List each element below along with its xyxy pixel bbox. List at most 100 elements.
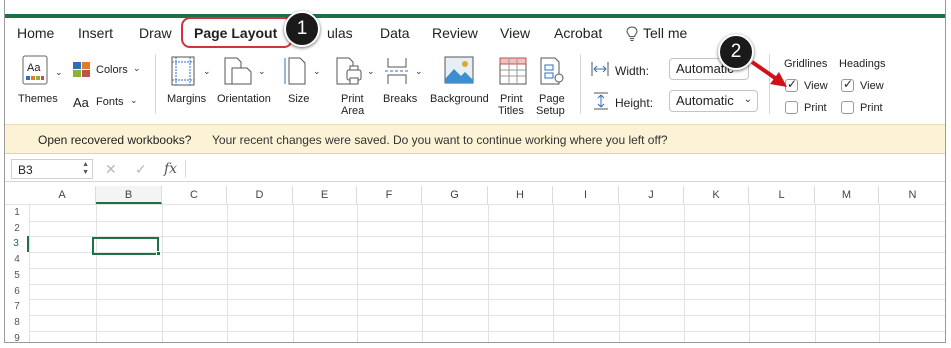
chevron-down-icon: ⌄ (415, 66, 423, 76)
row-header-1[interactable]: 1 (5, 205, 29, 221)
themes-label: Themes (18, 93, 58, 105)
row-header-3[interactable]: 3 (5, 236, 29, 253)
column-header-a[interactable]: A (29, 186, 96, 204)
gridlines-print-checkbox[interactable] (785, 101, 798, 114)
row-header-8[interactable]: 8 (5, 315, 29, 331)
column-header-e[interactable]: E (293, 186, 357, 204)
tab-tell-me[interactable]: Tell me (643, 25, 687, 41)
gridline (29, 299, 945, 301)
tab-view[interactable]: View (500, 25, 530, 41)
svg-text:Aa: Aa (27, 62, 41, 74)
column-header-n[interactable]: N (879, 186, 945, 204)
gridline (357, 204, 358, 342)
margins-label: Margins (167, 93, 207, 105)
column-header-d[interactable]: D (227, 186, 293, 204)
fill-handle[interactable] (156, 251, 161, 256)
gridline (96, 204, 97, 342)
headings-view-label: View (860, 80, 884, 92)
breaks-label: Breaks (383, 93, 418, 105)
column-header-l[interactable]: L (749, 186, 815, 204)
fonts-label: Fonts (96, 96, 124, 108)
tab-data[interactable]: Data (380, 25, 410, 41)
function-icon[interactable]: fx (164, 161, 177, 177)
gridlines-heading: Gridlines (784, 58, 828, 70)
tab-acrobat[interactable]: Acrobat (554, 25, 602, 41)
page-setup-label-line2: Setup (536, 105, 565, 117)
infobar-message: Your recent changes were saved. Do you w… (212, 133, 668, 147)
gridline (879, 204, 880, 342)
tab-review[interactable]: Review (432, 25, 478, 41)
gridline (553, 204, 554, 342)
row-header-9[interactable]: 9 (5, 331, 29, 342)
orientation-icon (224, 57, 252, 85)
gridline (815, 204, 816, 342)
column-header-k[interactable]: K (684, 186, 749, 204)
gridline (5, 204, 945, 205)
height-value: Automatic (676, 93, 734, 108)
gridline (29, 283, 945, 285)
height-dropdown[interactable]: Automatic ⌄ (669, 90, 758, 112)
cancel-icon[interactable]: ✕ (105, 161, 117, 178)
chevron-down-icon: ⌄ (55, 67, 63, 77)
column-header-g[interactable]: G (422, 186, 488, 204)
lightbulb-icon (626, 26, 638, 42)
formula-divider (185, 160, 186, 178)
colors-icon (73, 62, 90, 77)
headings-heading: Headings (839, 58, 886, 70)
colors-label: Colors (96, 64, 128, 76)
headings-view-checkbox[interactable]: ✓ (841, 77, 854, 92)
gridline (684, 204, 685, 342)
ribbon-separator (155, 54, 156, 114)
chevron-down-icon: ⌄ (367, 66, 375, 76)
themes-icon: Aa (22, 55, 48, 85)
chevron-down-icon: ⌄ (313, 66, 321, 76)
row-header-2[interactable]: 2 (5, 221, 29, 237)
callout-badge-1: 1 (284, 11, 320, 47)
column-header-j[interactable]: J (619, 186, 684, 204)
tab-formulas[interactable]: ulas (327, 25, 353, 41)
gridline (29, 204, 30, 342)
column-header-b[interactable]: B (96, 186, 162, 204)
print-area-label-line1: Print (341, 93, 364, 105)
gridline (162, 204, 163, 342)
name-box[interactable]: B3 ▲ ▼ (11, 159, 93, 179)
callout-arrow (750, 60, 787, 87)
chevron-down-icon: ⌄ (203, 66, 211, 76)
ribbon-tabs: Home Insert Draw Page Layout ulas Data R… (5, 18, 945, 48)
column-header-m[interactable]: M (815, 186, 879, 204)
tab-draw[interactable]: Draw (139, 25, 172, 41)
stepper-icon: ▲ ▼ (82, 161, 89, 176)
recovered-workbooks-bar: Open recovered workbooks? Your recent ch… (5, 124, 945, 154)
row-header-4[interactable]: 4 (5, 252, 29, 268)
gridline (619, 204, 620, 342)
page-breaks-icon (385, 58, 409, 84)
ribbon-separator (580, 54, 581, 114)
column-header-f[interactable]: F (357, 186, 422, 204)
gridline (29, 330, 945, 332)
infobar-title: Open recovered workbooks? (38, 133, 192, 147)
gridline (29, 314, 945, 316)
column-header-i[interactable]: I (553, 186, 619, 204)
background-label: Background (430, 93, 489, 105)
row-header-6[interactable]: 6 (5, 284, 29, 300)
headings-print-label: Print (860, 102, 883, 114)
column-header-h[interactable]: H (488, 186, 553, 204)
name-box-value: B3 (18, 163, 33, 177)
selected-cell[interactable] (92, 237, 159, 255)
gridline (293, 204, 294, 342)
tab-insert[interactable]: Insert (78, 25, 113, 41)
row-header-7[interactable]: 7 (5, 299, 29, 315)
headings-print-checkbox[interactable] (841, 101, 854, 114)
chevron-down-icon: ⌄ (258, 66, 266, 76)
row-header-5[interactable]: 5 (5, 268, 29, 284)
column-header-c[interactable]: C (162, 186, 227, 204)
tab-home[interactable]: Home (17, 25, 54, 41)
worksheet-grid[interactable]: ABCDEFGHIJKLMN 123456789 (5, 182, 945, 342)
gridline (227, 204, 228, 342)
excel-window: Home Insert Draw Page Layout ulas Data R… (4, 0, 946, 343)
gridline (29, 220, 945, 222)
print-titles-icon (499, 57, 527, 85)
enter-icon[interactable]: ✓ (135, 161, 147, 178)
orientation-label: Orientation (217, 93, 271, 105)
chevron-down-icon: ⌄ (133, 63, 141, 73)
